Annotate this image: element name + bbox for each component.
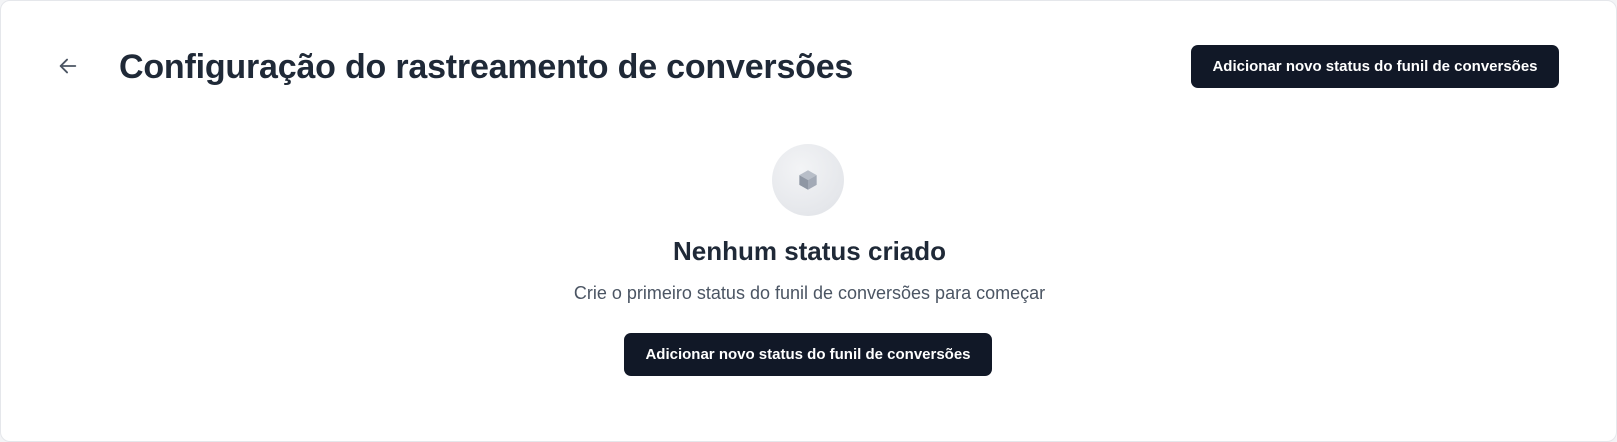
empty-state-subtitle: Crie o primeiro status do funil de conve… (573, 283, 1046, 303)
arrow-left-icon (59, 58, 77, 74)
empty-state-title: Nenhum status criado (672, 236, 947, 266)
cube-icon (799, 170, 817, 190)
add-funnel-status-button[interactable]: Adicionar novo status do funil de conver… (1191, 45, 1559, 88)
page-title: Configuração do rastreamento de conversõ… (119, 48, 854, 86)
empty-state-add-status-button[interactable]: Adicionar novo status do funil de conver… (624, 333, 992, 376)
empty-state-icon-circle (772, 144, 844, 216)
conversion-tracking-panel: Configuração do rastreamento de conversõ… (0, 0, 1617, 442)
back-button[interactable] (51, 49, 85, 83)
